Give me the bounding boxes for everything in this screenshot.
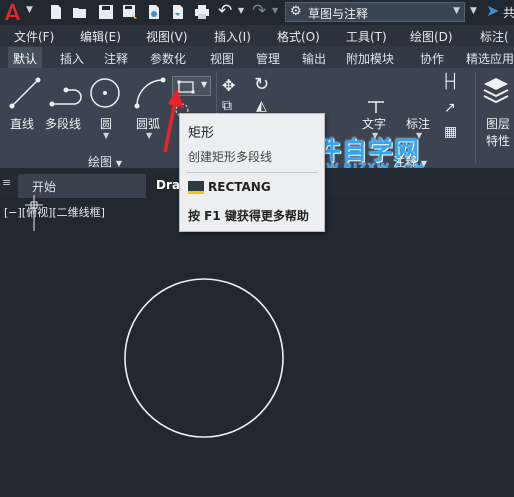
workspace-selector[interactable]: ⚙ 草图与注释 ▼ (285, 2, 465, 22)
gear-icon: ⚙ (290, 4, 302, 19)
send-icon[interactable]: ➤ (486, 1, 499, 20)
redo-icon[interactable]: ↷ (252, 1, 266, 21)
menu-item-view[interactable]: 视图(V) (146, 28, 188, 45)
polyline-tool-label[interactable]: 多段线 (45, 115, 81, 132)
new-icon[interactable] (48, 4, 64, 20)
save-web-icon[interactable] (170, 4, 186, 20)
rectangle-dropdown-icon[interactable]: ▼ (201, 80, 207, 89)
autocad-logo-icon[interactable] (2, 2, 22, 22)
share-dropdown-icon[interactable]: ▼ (470, 6, 477, 16)
draw-panel-title-text: 绘图 (88, 155, 113, 169)
tab-collaborate[interactable]: 协作 (420, 50, 444, 67)
tab-manage[interactable]: 管理 (256, 50, 280, 67)
open-web-icon[interactable] (146, 4, 162, 20)
menu-item-draw[interactable]: 绘图(D) (410, 28, 453, 45)
chevron-down-icon: ▼ (115, 159, 122, 168)
polyline-icon[interactable] (48, 76, 84, 110)
text-tool-label[interactable]: 文字 (362, 115, 386, 132)
layers-icon[interactable] (482, 76, 510, 106)
menu-item-dimension[interactable]: 标注( (480, 28, 509, 45)
tab-view[interactable]: 视图 (210, 50, 234, 67)
chevron-down-icon: ▼ (453, 6, 460, 16)
mirror-icon[interactable]: ◭ (256, 98, 267, 114)
quick-access-toolbar: ▼ ↶ ▼ ↷ ▼ ⚙ 草图与注释 ▼ ▼ ➤ 共 (0, 0, 514, 25)
layer-properties-label-2[interactable]: 特性 (486, 132, 510, 149)
logo-dropdown-icon[interactable]: ▼ (26, 5, 33, 15)
undo-icon[interactable]: ↶ (218, 1, 232, 21)
tooltip-divider (186, 172, 318, 173)
tab-menu-icon[interactable]: ≡ (2, 176, 11, 189)
open-icon[interactable] (72, 4, 88, 20)
share-label[interactable]: 共 (503, 4, 514, 21)
text-dropdown-icon[interactable]: ▼ (372, 131, 378, 140)
tab-annotate[interactable]: 注释 (104, 50, 128, 67)
menu-item-file[interactable]: 文件(F) (14, 28, 54, 45)
copy-icon[interactable]: ⧉ (222, 98, 232, 114)
tooltip-command: RECTANG (208, 180, 271, 194)
tab-start-label: 开始 (32, 180, 57, 194)
menu-item-edit[interactable]: 编辑(E) (80, 28, 121, 45)
linear-dimension-icon[interactable]: ├┤ (442, 74, 459, 90)
tab-output[interactable]: 输出 (302, 50, 326, 67)
drawn-circle[interactable] (122, 276, 286, 440)
ribbon-separator (475, 72, 476, 164)
ribbon-tab-bar: 默认 插入 注释 参数化 视图 管理 输出 附加模块 协作 精选应用 (0, 46, 514, 68)
plot-icon[interactable] (194, 4, 210, 20)
line-tool-label[interactable]: 直线 (10, 115, 34, 132)
tooltip-description: 创建矩形多段线 (188, 150, 273, 164)
tab-home[interactable]: 默认 (8, 47, 43, 68)
tooltip-title: 矩形 (188, 126, 215, 141)
rotate-icon[interactable]: ↻ (254, 74, 269, 95)
circle-tool-label[interactable]: 圆 (100, 115, 112, 132)
circle-dropdown-icon[interactable]: ▼ (103, 131, 109, 140)
circle-icon[interactable] (88, 76, 122, 110)
arc-dropdown-icon[interactable]: ▼ (146, 131, 152, 140)
rectangle-tooltip: 矩形 创建矩形多段线 RECTANG 按 F1 键获得更多帮助 (179, 113, 325, 232)
tab-featured-apps[interactable]: 精选应用 (466, 50, 514, 67)
menu-bar: 文件(F) 编辑(E) 视图(V) 插入(I) 格式(O) 工具(T) 绘图(D… (0, 25, 514, 46)
table-icon[interactable]: ▦ (444, 124, 457, 140)
save-icon[interactable] (98, 4, 114, 20)
tab-addins[interactable]: 附加模块 (346, 50, 394, 67)
chevron-down-icon: ▼ (420, 159, 427, 168)
menu-item-format[interactable]: 格式(O) (277, 28, 320, 45)
tab-drawing-label: Dra (156, 178, 180, 192)
dimension-dropdown-icon[interactable]: ▼ (416, 131, 422, 140)
redo-dropdown-icon[interactable]: ▼ (272, 6, 278, 15)
annotation-panel-title-text: 注释 (393, 155, 418, 169)
arc-tool-label[interactable]: 圆弧 (136, 115, 160, 132)
menu-item-insert[interactable]: 插入(I) (214, 28, 251, 45)
dimension-tool-label[interactable]: 标注 (406, 115, 430, 132)
viewport-controls[interactable]: [−][俯视][二维线框] (4, 204, 105, 220)
workspace-label: 草图与注释 (308, 7, 369, 21)
tab-parametric[interactable]: 参数化 (150, 50, 186, 67)
save-as-icon[interactable] (122, 4, 138, 20)
tab-insert[interactable]: 插入 (60, 50, 84, 67)
move-icon[interactable]: ✥ (222, 76, 235, 95)
line-icon[interactable] (8, 76, 42, 110)
command-icon (188, 181, 204, 194)
leader-icon[interactable]: ↗ (444, 100, 456, 116)
undo-dropdown-icon[interactable]: ▼ (238, 6, 244, 15)
text-icon[interactable] (366, 100, 386, 114)
menu-item-tools[interactable]: 工具(T) (346, 28, 387, 45)
layer-properties-label-1[interactable]: 图层 (486, 115, 510, 132)
tooltip-help: 按 F1 键获得更多帮助 (188, 209, 309, 223)
